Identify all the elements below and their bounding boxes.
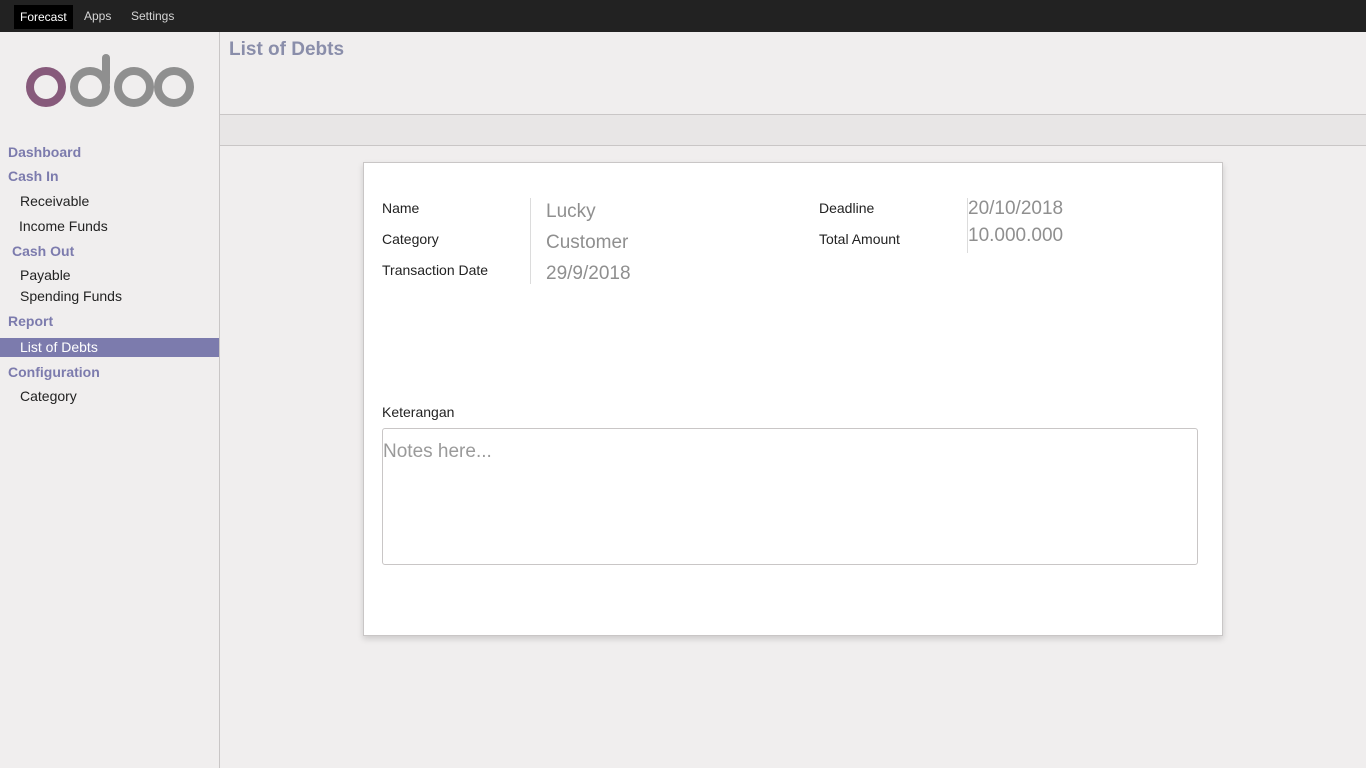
sidebar-section-configuration[interactable]: Configuration <box>8 364 100 380</box>
sidebar-section-report[interactable]: Report <box>8 313 53 329</box>
top-navbar: Forecast Apps Settings <box>0 0 1366 32</box>
sidebar-section-cash-out[interactable]: Cash Out <box>12 243 74 259</box>
name-field[interactable]: Lucky <box>546 201 596 223</box>
sidebar: Dashboard Cash In Receivable Income Fund… <box>0 32 220 768</box>
category-label: Category <box>382 231 439 247</box>
transaction-date-field[interactable]: 29/9/2018 <box>546 263 631 285</box>
total-amount-label: Total Amount <box>819 231 900 247</box>
sidebar-item-category[interactable]: Category <box>20 388 77 404</box>
sidebar-item-payable[interactable]: Payable <box>20 267 71 283</box>
menu-settings[interactable]: Settings <box>131 0 174 32</box>
field-divider <box>530 198 531 284</box>
form-sheet: Name Category Transaction Date Lucky Cus… <box>363 162 1223 636</box>
menu-forecast[interactable]: Forecast <box>14 5 73 29</box>
action-bar <box>220 115 1366 146</box>
notes-textarea[interactable]: Notes here... <box>382 428 1198 565</box>
sidebar-item-list-of-debts[interactable]: List of Debts <box>0 338 219 357</box>
sidebar-item-receivable[interactable]: Receivable <box>20 193 89 209</box>
transaction-date-label: Transaction Date <box>382 262 489 278</box>
category-field[interactable]: Customer <box>546 232 628 254</box>
total-amount-field[interactable]: 10.000.000 <box>968 225 1063 247</box>
deadline-label: Deadline <box>819 200 875 216</box>
name-label: Name <box>382 200 420 216</box>
sidebar-item-spending-funds[interactable]: Spending Funds <box>20 288 122 304</box>
sidebar-section-cash-in[interactable]: Cash In <box>8 168 59 184</box>
deadline-field[interactable]: 20/10/2018 <box>968 198 1063 220</box>
sidebar-section-dashboard[interactable]: Dashboard <box>8 144 81 160</box>
notes-placeholder: Notes here... <box>383 441 492 462</box>
odoo-logo[interactable] <box>26 54 196 114</box>
menu-apps[interactable]: Apps <box>84 0 111 32</box>
notes-label: Keterangan <box>382 404 455 420</box>
sidebar-item-income-funds[interactable]: Income Funds <box>19 218 108 234</box>
page-title: List of Debts <box>229 39 345 60</box>
